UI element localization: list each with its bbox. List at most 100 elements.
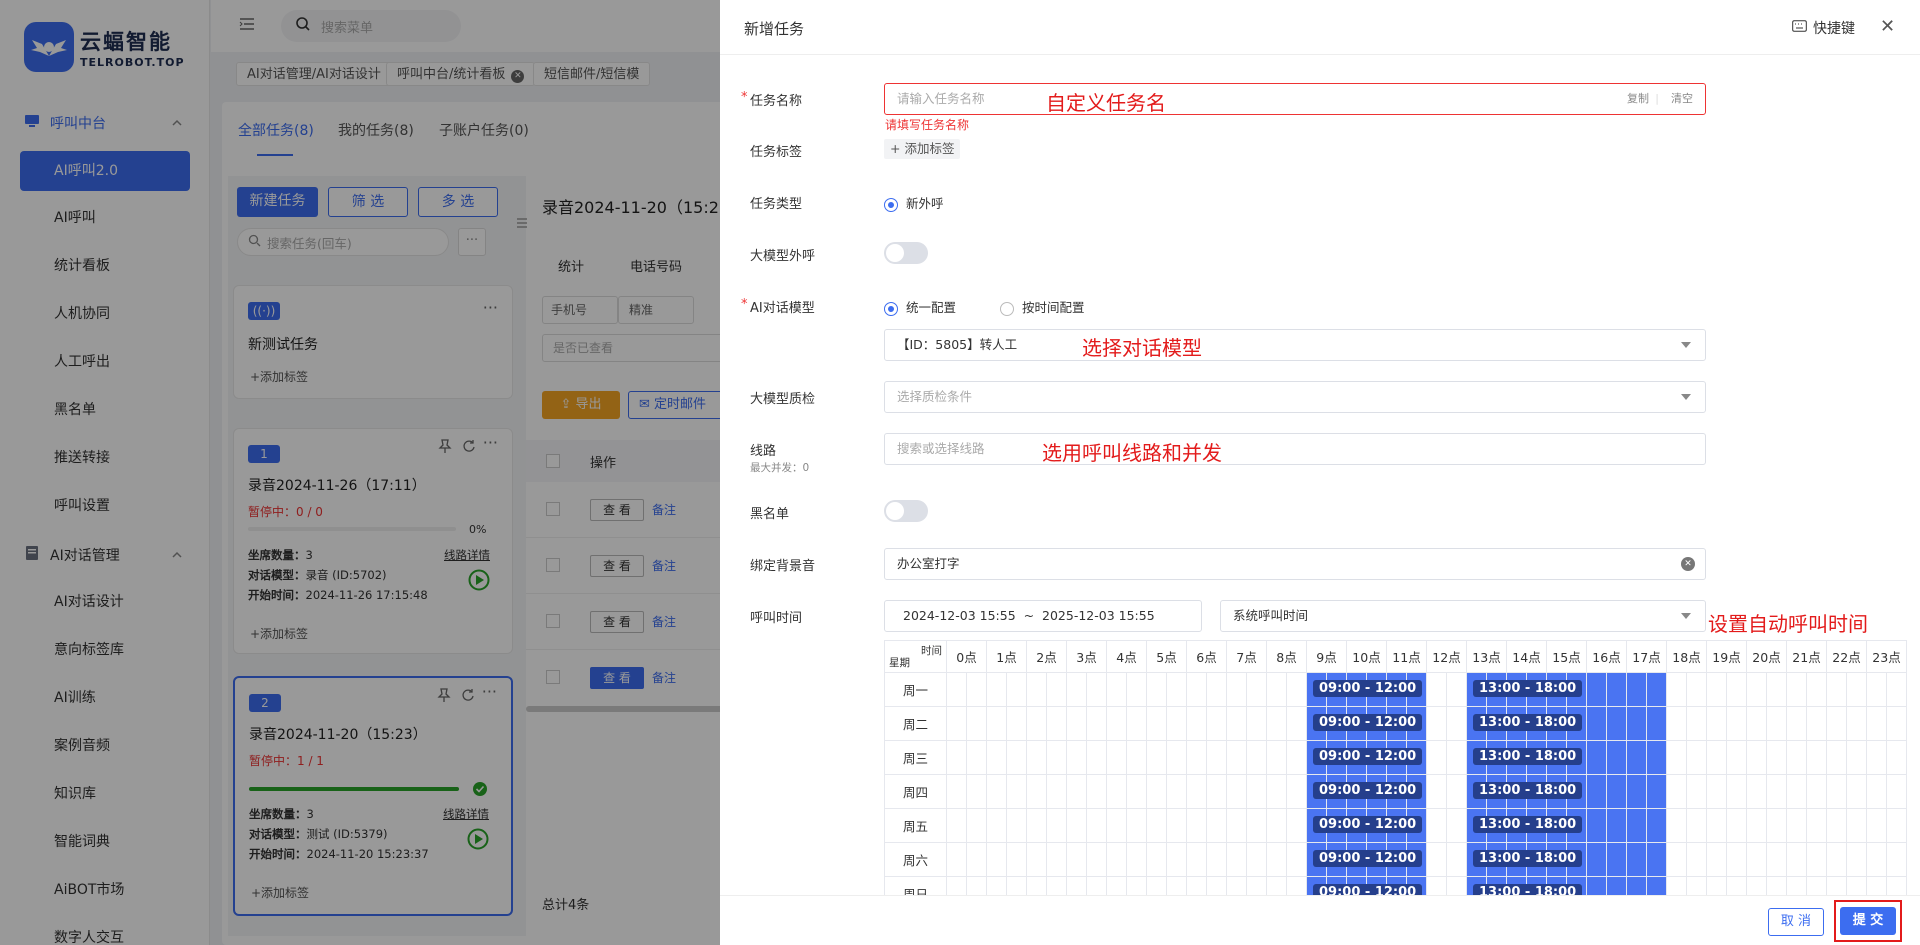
- time-cell[interactable]: [1206, 672, 1227, 707]
- time-cell[interactable]: [1126, 842, 1147, 877]
- time-cell[interactable]: [1746, 876, 1767, 895]
- time-cell[interactable]: [1106, 876, 1127, 895]
- time-cell[interactable]: [1786, 706, 1807, 741]
- time-cell[interactable]: [1806, 774, 1827, 809]
- time-cell[interactable]: [1166, 774, 1187, 809]
- time-cell[interactable]: [1726, 672, 1747, 707]
- time-cell[interactable]: [1246, 842, 1267, 877]
- time-cell[interactable]: [1666, 842, 1687, 877]
- time-cell[interactable]: [1026, 808, 1047, 843]
- time-cell[interactable]: [1866, 842, 1887, 877]
- time-cell[interactable]: [1046, 876, 1067, 895]
- time-cell[interactable]: [1766, 876, 1787, 895]
- time-cell[interactable]: [1866, 808, 1887, 843]
- time-cell[interactable]: [1726, 774, 1747, 809]
- time-cell[interactable]: [1586, 842, 1607, 877]
- time-cell[interactable]: [1586, 706, 1607, 741]
- time-cell[interactable]: 13:00 - 18:00: [1466, 706, 1583, 741]
- time-cell[interactable]: [1666, 672, 1687, 707]
- time-cell[interactable]: 13:00 - 18:00: [1466, 774, 1583, 809]
- time-cell[interactable]: [1226, 672, 1247, 707]
- time-cell[interactable]: 09:00 - 12:00: [1306, 774, 1423, 809]
- time-cell[interactable]: [1706, 740, 1727, 775]
- time-cell[interactable]: [1806, 876, 1827, 895]
- time-cell[interactable]: [1766, 808, 1787, 843]
- time-cell[interactable]: [1886, 774, 1907, 809]
- time-cell[interactable]: [1726, 808, 1747, 843]
- time-cell[interactable]: [1806, 672, 1827, 707]
- time-cell[interactable]: [1646, 842, 1667, 877]
- time-cell[interactable]: [1186, 774, 1207, 809]
- time-cell[interactable]: [1726, 876, 1747, 895]
- time-cell[interactable]: [1086, 774, 1107, 809]
- time-cell[interactable]: [1066, 808, 1087, 843]
- time-cell[interactable]: [1226, 774, 1247, 809]
- time-cell[interactable]: [1126, 740, 1147, 775]
- time-cell[interactable]: [1766, 740, 1787, 775]
- time-cell[interactable]: [946, 672, 967, 707]
- time-cell[interactable]: [1746, 706, 1767, 741]
- time-cell[interactable]: [1626, 672, 1647, 707]
- time-cell[interactable]: [1866, 672, 1887, 707]
- time-cell[interactable]: [1066, 672, 1087, 707]
- time-cell[interactable]: [1586, 740, 1607, 775]
- time-cell[interactable]: [1626, 808, 1647, 843]
- time-cell[interactable]: [1086, 740, 1107, 775]
- time-cell[interactable]: [1066, 740, 1087, 775]
- time-cell[interactable]: [1826, 706, 1847, 741]
- time-cell[interactable]: [1186, 706, 1207, 741]
- time-cell[interactable]: [1266, 740, 1287, 775]
- time-cell[interactable]: [1646, 876, 1667, 895]
- time-cell[interactable]: [1246, 740, 1267, 775]
- time-cell[interactable]: [1266, 842, 1287, 877]
- time-cell[interactable]: [1126, 876, 1147, 895]
- time-cell[interactable]: [1206, 876, 1227, 895]
- time-cell[interactable]: [1046, 774, 1067, 809]
- time-cell[interactable]: [1106, 706, 1127, 741]
- weekly-schedule-grid[interactable]: 时间 星期 0点 1点 2点 3点 4点 5点 6点 7点 8点 9点 10点 11点 12点 13点 14…: [884, 640, 1907, 895]
- time-cell[interactable]: [1006, 808, 1027, 843]
- time-cell[interactable]: [1026, 672, 1047, 707]
- time-cell[interactable]: [1046, 706, 1067, 741]
- time-cell[interactable]: [946, 876, 967, 895]
- time-cell[interactable]: [1266, 808, 1287, 843]
- time-cell[interactable]: [1206, 740, 1227, 775]
- time-cell[interactable]: [1886, 706, 1907, 741]
- time-cell[interactable]: [1106, 842, 1127, 877]
- time-cell[interactable]: [1166, 672, 1187, 707]
- time-cell[interactable]: [1106, 808, 1127, 843]
- time-cell[interactable]: [1886, 672, 1907, 707]
- time-cell[interactable]: [1746, 740, 1767, 775]
- time-cell[interactable]: [1626, 842, 1647, 877]
- time-cell[interactable]: [1446, 706, 1467, 741]
- time-cell[interactable]: [1266, 706, 1287, 741]
- time-cell[interactable]: [1846, 774, 1867, 809]
- time-cell[interactable]: [946, 740, 967, 775]
- time-cell[interactable]: [1286, 842, 1307, 877]
- time-cell[interactable]: [1746, 842, 1767, 877]
- time-cell[interactable]: [1846, 740, 1867, 775]
- submit-button[interactable]: 提 交: [1840, 907, 1896, 935]
- time-cell[interactable]: [1006, 842, 1027, 877]
- time-cell[interactable]: [1086, 808, 1107, 843]
- time-cell[interactable]: [1606, 842, 1627, 877]
- time-cell[interactable]: [1706, 842, 1727, 877]
- time-cell[interactable]: [1086, 706, 1107, 741]
- time-cell[interactable]: [1226, 706, 1247, 741]
- time-cell[interactable]: [966, 808, 987, 843]
- time-cell[interactable]: [1766, 706, 1787, 741]
- time-cell[interactable]: 09:00 - 12:00: [1306, 672, 1423, 707]
- time-cell[interactable]: [986, 774, 1007, 809]
- time-cell[interactable]: [1766, 774, 1787, 809]
- time-cell[interactable]: [1266, 672, 1287, 707]
- time-cell[interactable]: [1206, 842, 1227, 877]
- time-cell[interactable]: [1046, 740, 1067, 775]
- time-cell[interactable]: [1126, 774, 1147, 809]
- time-cell[interactable]: [1186, 808, 1207, 843]
- time-cell[interactable]: [1006, 706, 1027, 741]
- time-cell[interactable]: [986, 740, 1007, 775]
- time-cell[interactable]: [1186, 672, 1207, 707]
- time-cell[interactable]: [1146, 842, 1167, 877]
- time-cell[interactable]: [1206, 706, 1227, 741]
- time-cell[interactable]: [1846, 672, 1867, 707]
